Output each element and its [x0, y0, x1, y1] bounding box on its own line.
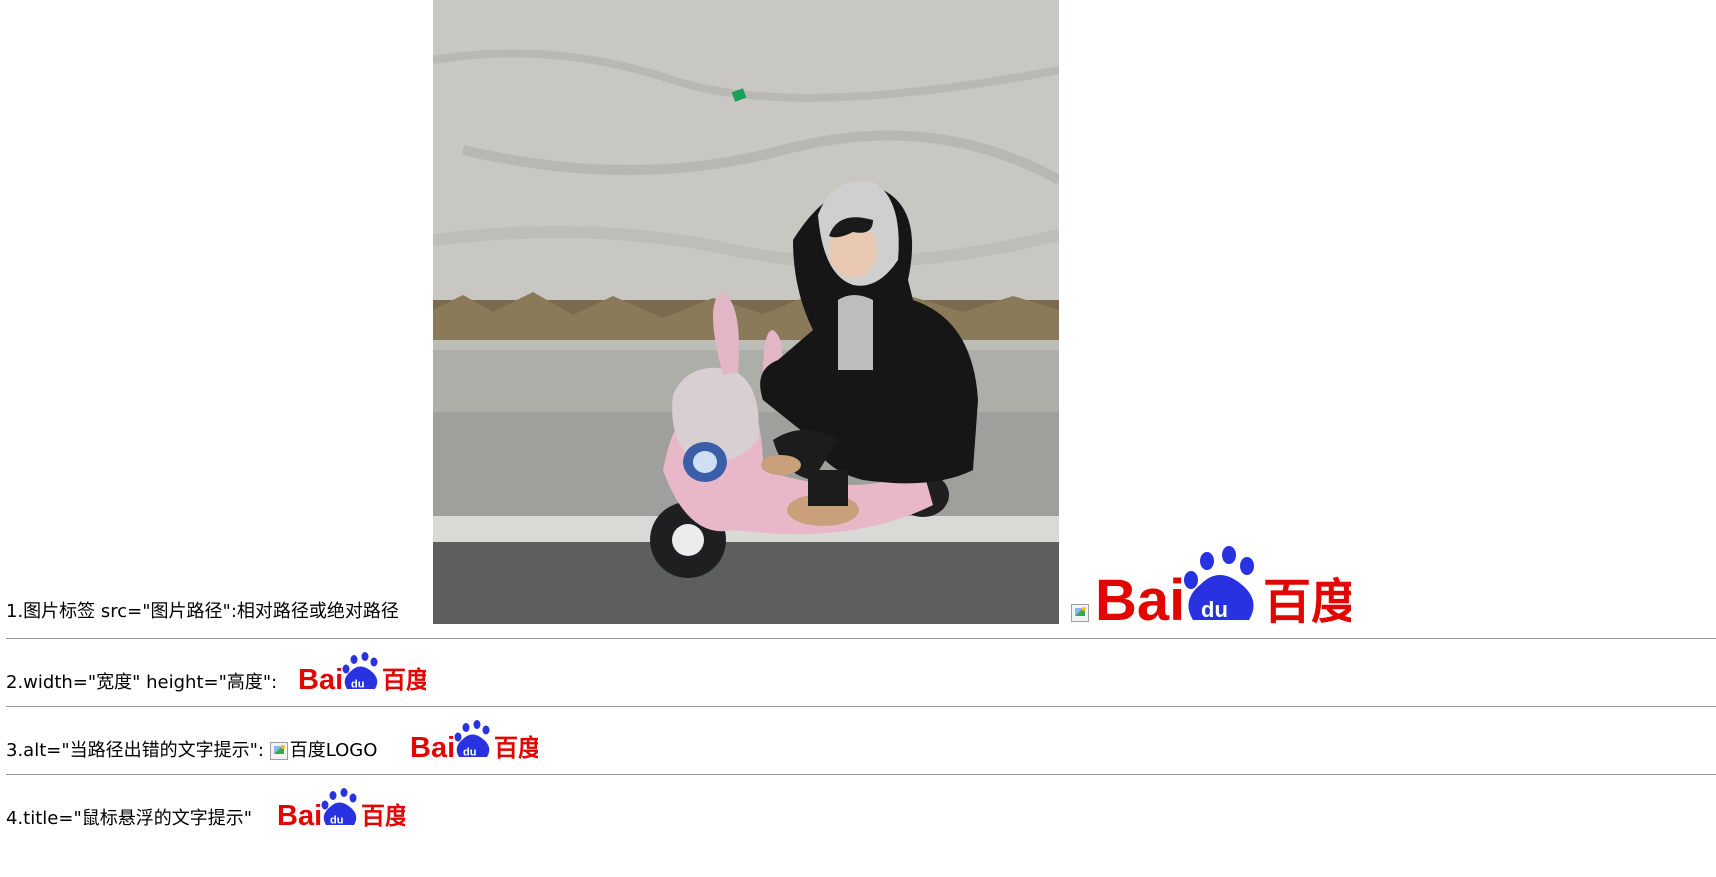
svg-text:百度: 百度: [361, 802, 405, 827]
section-3-caption: 3.alt="当路径出错的文字提示":: [6, 740, 264, 761]
svg-text:百度: 百度: [382, 666, 426, 691]
section-1-caption: 1.图片标签 src="图片路径":相对路径或绝对路径: [6, 601, 399, 622]
divider-3: [6, 774, 1716, 775]
svg-text:百度: 百度: [494, 734, 538, 759]
child-scooter-photo: [433, 0, 1059, 624]
svg-text:Bai: Bai: [410, 732, 455, 759]
svg-text:du: du: [330, 815, 343, 827]
broken-image-alt: 百度LOGO: [269, 740, 378, 762]
section-4-caption: 4.title="鼠标悬浮的文字提示": [6, 808, 253, 829]
baidu-logo: Bai 百度 du: [1095, 546, 1351, 624]
svg-text:Bai: Bai: [298, 664, 343, 691]
divider-2: [6, 706, 1716, 707]
section-2-caption: 2.width="宽度" height="高度":: [6, 672, 278, 693]
svg-text:du: du: [1201, 597, 1228, 622]
svg-text:Bai: Bai: [1095, 568, 1185, 624]
baidu-logo-with-title[interactable]: Bai 百度 du: [277, 787, 405, 827]
svg-text:du: du: [463, 747, 476, 759]
divider-1: [6, 638, 1716, 639]
broken-image-icon: [269, 742, 288, 760]
section-3: 3.alt="当路径出错的文字提示": 百度LOGO: [6, 740, 377, 762]
baidu-logo-small: Bai 百度 du: [410, 720, 538, 759]
svg-text:Bai: Bai: [277, 800, 322, 827]
broken-image-icon: [1071, 604, 1089, 622]
svg-text:百度: 百度: [1263, 574, 1351, 624]
baidu-logo-small: Bai 百度 du: [298, 652, 426, 691]
section-2: 2.width="宽度" height="高度":: [6, 672, 277, 694]
alt-text: 百度LOGO: [289, 740, 378, 761]
section-4: 4.title="鼠标悬浮的文字提示": [6, 808, 252, 830]
svg-text:du: du: [351, 679, 364, 691]
